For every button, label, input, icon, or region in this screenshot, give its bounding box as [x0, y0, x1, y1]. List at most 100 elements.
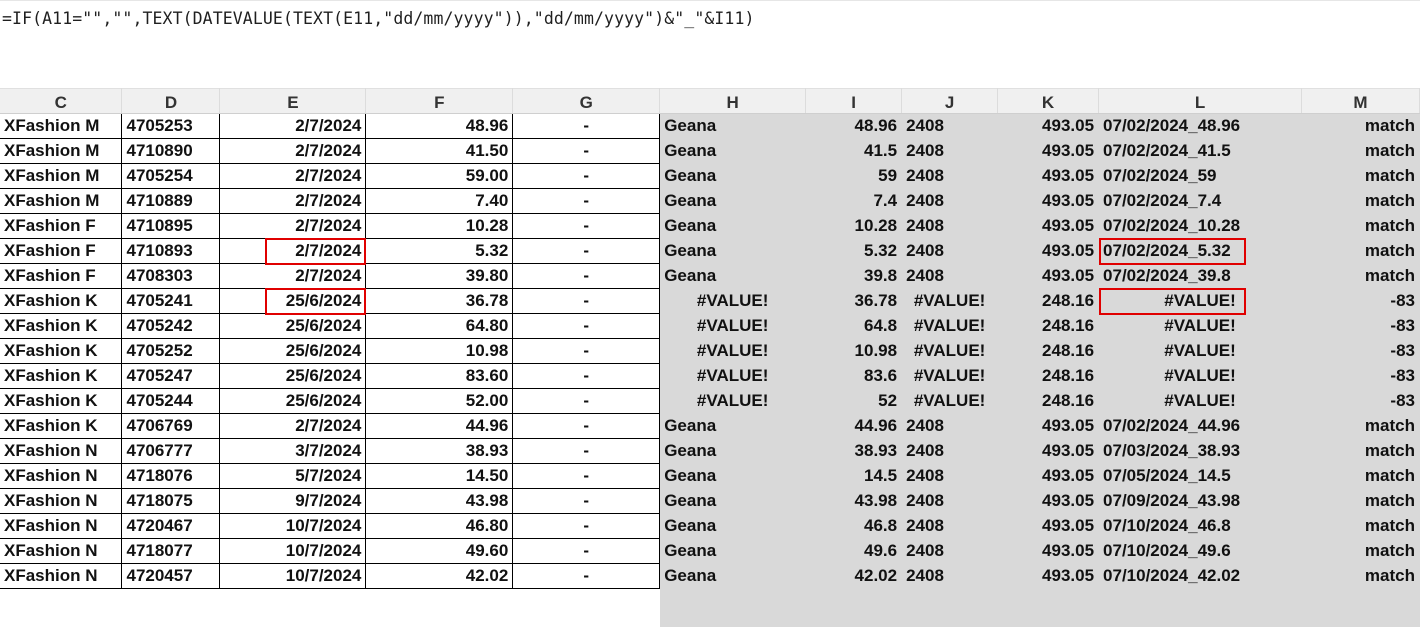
cell-h[interactable]: Geana — [659, 163, 807, 189]
cell-c[interactable]: XFashion F — [0, 263, 123, 289]
cell-d[interactable]: 4705244 — [121, 388, 221, 414]
cell-h[interactable]: #VALUE! — [659, 288, 807, 314]
cell-h[interactable]: Geana — [659, 563, 807, 589]
cell-h[interactable]: Geana — [659, 188, 807, 214]
cell-j[interactable]: 2408 — [901, 113, 999, 139]
cell-j[interactable]: 2408 — [901, 563, 999, 589]
cell-e[interactable]: 25/6/2024 — [219, 363, 367, 389]
cell-c[interactable]: XFashion N — [0, 438, 123, 464]
cell-h[interactable]: #VALUE! — [659, 363, 807, 389]
cell-f[interactable]: 10.28 — [365, 213, 514, 239]
cell-l[interactable]: 07/05/2024_14.5 — [1098, 463, 1302, 489]
column-header-k[interactable]: K — [997, 88, 1100, 114]
cell-e[interactable]: 25/6/2024 — [219, 288, 367, 314]
cell-h[interactable]: Geana — [659, 138, 807, 164]
cell-m[interactable]: match — [1301, 213, 1420, 239]
cell-h[interactable]: Geana — [659, 113, 807, 139]
cell-l[interactable]: 07/02/2024_59 — [1098, 163, 1302, 189]
cell-f[interactable]: 59.00 — [365, 163, 514, 189]
cell-f[interactable]: 7.40 — [365, 188, 514, 214]
cell-k[interactable]: 493.05 — [997, 163, 1100, 189]
cell-h[interactable]: Geana — [659, 238, 807, 264]
cell-m[interactable]: match — [1301, 438, 1420, 464]
cell-l[interactable]: #VALUE! — [1098, 388, 1302, 414]
cell-c[interactable]: XFashion M — [0, 163, 123, 189]
cell-j[interactable]: 2408 — [901, 538, 999, 564]
cell-m[interactable]: -83 — [1301, 363, 1420, 389]
cell-i[interactable]: 10.28 — [805, 213, 903, 239]
cell-f[interactable]: 44.96 — [365, 413, 514, 439]
cell-f[interactable]: 52.00 — [365, 388, 514, 414]
cell-c[interactable]: XFashion K — [0, 363, 123, 389]
cell-d[interactable]: 4705254 — [121, 163, 221, 189]
cell-k[interactable]: 493.05 — [997, 413, 1100, 439]
cell-g[interactable]: - — [512, 363, 661, 389]
cell-g[interactable]: - — [512, 288, 661, 314]
cell-m[interactable]: match — [1301, 238, 1420, 264]
cell-g[interactable]: - — [512, 188, 661, 214]
cell-d[interactable]: 4708303 — [121, 263, 221, 289]
cell-l[interactable]: 07/02/2024_5.32 — [1098, 238, 1302, 264]
cell-i[interactable]: 39.8 — [805, 263, 903, 289]
cell-h[interactable]: Geana — [659, 538, 807, 564]
cell-f[interactable]: 10.98 — [365, 338, 514, 364]
cell-i[interactable]: 36.78 — [805, 288, 903, 314]
cell-k[interactable]: 493.05 — [997, 563, 1100, 589]
cell-m[interactable]: match — [1301, 563, 1420, 589]
cell-g[interactable]: - — [512, 513, 661, 539]
cell-j[interactable]: 2408 — [901, 263, 999, 289]
cell-l[interactable]: #VALUE! — [1098, 313, 1302, 339]
cell-d[interactable]: 4705242 — [121, 313, 221, 339]
cell-e[interactable]: 10/7/2024 — [219, 563, 367, 589]
cell-d[interactable]: 4705241 — [121, 288, 221, 314]
cell-d[interactable]: 4710890 — [121, 138, 221, 164]
cell-l[interactable]: 07/10/2024_46.8 — [1098, 513, 1302, 539]
cell-j[interactable]: 2408 — [901, 488, 999, 514]
cell-k[interactable]: 493.05 — [997, 463, 1100, 489]
cell-c[interactable]: XFashion M — [0, 113, 123, 139]
cell-l[interactable]: 07/09/2024_43.98 — [1098, 488, 1302, 514]
cell-j[interactable]: 2408 — [901, 438, 999, 464]
cell-m[interactable]: -83 — [1301, 388, 1420, 414]
cell-k[interactable]: 493.05 — [997, 238, 1100, 264]
cell-j[interactable]: #VALUE! — [901, 388, 999, 414]
cell-j[interactable]: #VALUE! — [901, 313, 999, 339]
column-header-i[interactable]: I — [805, 88, 903, 114]
cell-g[interactable]: - — [512, 538, 661, 564]
cell-c[interactable]: XFashion F — [0, 238, 123, 264]
cell-g[interactable]: - — [512, 413, 661, 439]
cell-m[interactable]: match — [1301, 263, 1420, 289]
cell-j[interactable]: 2408 — [901, 413, 999, 439]
cell-e[interactable]: 3/7/2024 — [219, 438, 367, 464]
cell-f[interactable]: 49.60 — [365, 538, 514, 564]
cell-d[interactable]: 4718076 — [121, 463, 221, 489]
cell-h[interactable]: Geana — [659, 413, 807, 439]
cell-j[interactable]: #VALUE! — [901, 338, 999, 364]
cell-e[interactable]: 25/6/2024 — [219, 388, 367, 414]
cell-k[interactable]: 493.05 — [997, 263, 1100, 289]
cell-m[interactable]: -83 — [1301, 288, 1420, 314]
cell-i[interactable]: 46.8 — [805, 513, 903, 539]
cell-f[interactable]: 64.80 — [365, 313, 514, 339]
cell-d[interactable]: 4718075 — [121, 488, 221, 514]
cell-l[interactable]: 07/10/2024_49.6 — [1098, 538, 1302, 564]
cell-h[interactable]: Geana — [659, 213, 807, 239]
cell-k[interactable]: 248.16 — [997, 313, 1100, 339]
cell-g[interactable]: - — [512, 163, 661, 189]
cell-i[interactable]: 43.98 — [805, 488, 903, 514]
cell-m[interactable]: match — [1301, 463, 1420, 489]
cell-i[interactable]: 5.32 — [805, 238, 903, 264]
cell-c[interactable]: XFashion K — [0, 313, 123, 339]
cell-c[interactable]: XFashion N — [0, 463, 123, 489]
cell-f[interactable]: 41.50 — [365, 138, 514, 164]
cell-c[interactable]: XFashion N — [0, 513, 123, 539]
cell-i[interactable]: 48.96 — [805, 113, 903, 139]
cell-i[interactable]: 52 — [805, 388, 903, 414]
cell-m[interactable]: -83 — [1301, 338, 1420, 364]
cell-m[interactable]: match — [1301, 113, 1420, 139]
cell-j[interactable]: 2408 — [901, 163, 999, 189]
cell-d[interactable]: 4706777 — [121, 438, 221, 464]
cell-m[interactable]: -83 — [1301, 313, 1420, 339]
cell-l[interactable]: 07/02/2024_39.8 — [1098, 263, 1302, 289]
cell-k[interactable]: 493.05 — [997, 138, 1100, 164]
